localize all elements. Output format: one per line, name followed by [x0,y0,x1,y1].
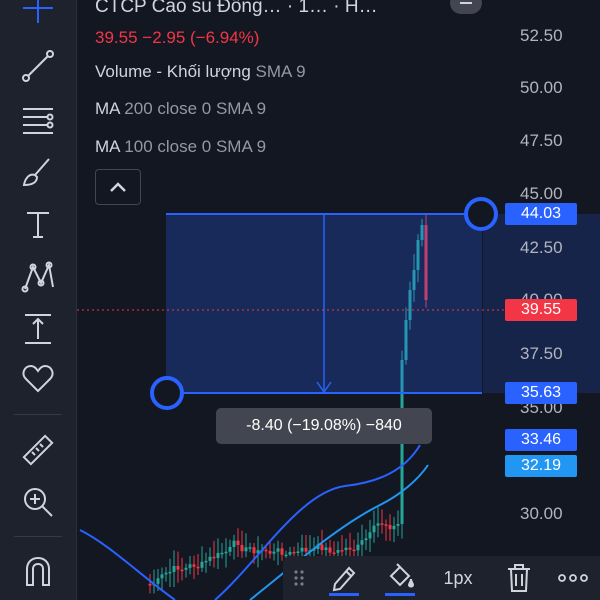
candle-body [396,523,400,526]
candle-body [204,560,208,563]
candle-body [336,550,340,553]
candle-body [252,547,256,554]
ma-price-tag: 32.19 [505,455,577,477]
candle-body [212,556,216,559]
more-horizontal-icon [558,574,588,582]
price-axis-label: 50.00 [520,78,563,97]
measure-handle-bottom[interactable] [150,376,184,410]
candle-body [168,571,172,574]
price-axis-label: 42.50 [520,238,563,257]
candle-body [348,547,352,550]
candle-body [200,561,204,568]
moving-average-line [79,529,176,600]
candle-body [188,564,192,568]
candle-body [368,532,372,539]
candle-body [388,524,392,530]
candle-body [184,567,188,570]
ma200-indicator-legend[interactable]: MA 200 close 0 SMA 9 [95,99,266,119]
ma100-indicator-name: MA [95,137,120,156]
candle-body [340,550,344,552]
candle-body [148,583,152,586]
candle-body [320,544,324,551]
candle-body [156,578,160,584]
candle-body [208,556,212,561]
fill-color-button[interactable] [379,558,421,598]
ma100-indicator-legend[interactable]: MA 100 close 0 SMA 9 [95,137,266,157]
candle-body [376,523,380,526]
candle-body [176,565,180,570]
candle-body [296,551,300,554]
minus-icon [460,2,472,4]
ma200-indicator-name: MA [95,99,120,118]
symbol-title[interactable]: CTCP Cao su Đồng… · 1… · H… [95,0,378,18]
candle-body [292,551,296,554]
candle-body [364,538,368,541]
candle-body [372,525,376,533]
candle-body [240,545,244,552]
candle-body [272,551,276,554]
ma100-indicator-args: 100 close 0 SMA 9 [124,137,267,156]
current-price-tag: 39.55 [505,299,577,321]
candle-body [276,548,280,552]
candle-body [244,547,248,552]
candle-body [248,547,252,549]
delete-drawing-button[interactable] [501,558,537,598]
measure-upper-price-tag: 44.03 [505,203,577,225]
candle-body [280,548,284,555]
candle-body [180,569,184,572]
candle-body [224,551,228,554]
candle-body [380,523,384,525]
measure-result-label: -8.40 (−19.08%) −840 [216,408,432,444]
candle-body [220,552,224,555]
collapse-legend-button[interactable] [95,169,141,205]
price-change: 39.55 −2.95 (−6.94%) [95,28,260,47]
measure-handle-top[interactable] [464,197,498,231]
candle-body [264,549,268,552]
candle-body [344,547,348,551]
candle-body [216,552,220,558]
price-axis-label: 37.50 [520,344,563,363]
paint-bucket-icon [385,563,415,596]
candle-body [164,572,168,575]
candle-body [196,566,200,569]
volume-indicator-args: SMA 9 [255,62,306,81]
candle-body [384,524,388,526]
candle-body [356,544,360,551]
line-color-button[interactable] [323,558,365,598]
legend-menu-button[interactable] [450,0,482,14]
candle-body [300,547,304,552]
candle-body [304,547,308,552]
chevron-up-icon [110,182,126,192]
candle-body [228,546,232,552]
candle-body [172,565,176,572]
price-axis-label: 52.50 [520,26,563,45]
trash-icon [508,564,530,592]
candle-body [192,564,196,567]
candle-body [160,574,164,579]
candle-body [332,552,336,555]
drag-handle-icon[interactable] [289,558,309,598]
line-width-button[interactable]: 1px [433,558,483,598]
volume-indicator-legend[interactable]: Volume - Khối lượng SMA 9 [95,62,306,82]
price-axis-label: 45.00 [520,184,563,203]
measure-lower-price-tag: 35.63 [505,382,577,404]
candle-body [328,547,332,553]
volume-indicator-name: Volume - Khối lượng [95,62,251,81]
candle-body [352,549,356,552]
more-options-button[interactable] [553,558,593,598]
price-axis-label: 47.50 [520,131,563,150]
drawing-properties-bar: 1px [283,556,600,600]
candle-body [324,547,328,551]
candle-body [236,540,240,546]
ma-price-tag: 33.46 [505,429,577,451]
candle-body [288,551,292,555]
ma200-indicator-args: 200 close 0 SMA 9 [124,99,267,118]
candle-body [392,525,396,530]
candle-body [360,540,364,545]
price-axis-label: 30.00 [520,504,563,523]
candle-body [232,540,236,547]
pencil-icon [329,566,359,596]
candle-body [268,551,272,554]
